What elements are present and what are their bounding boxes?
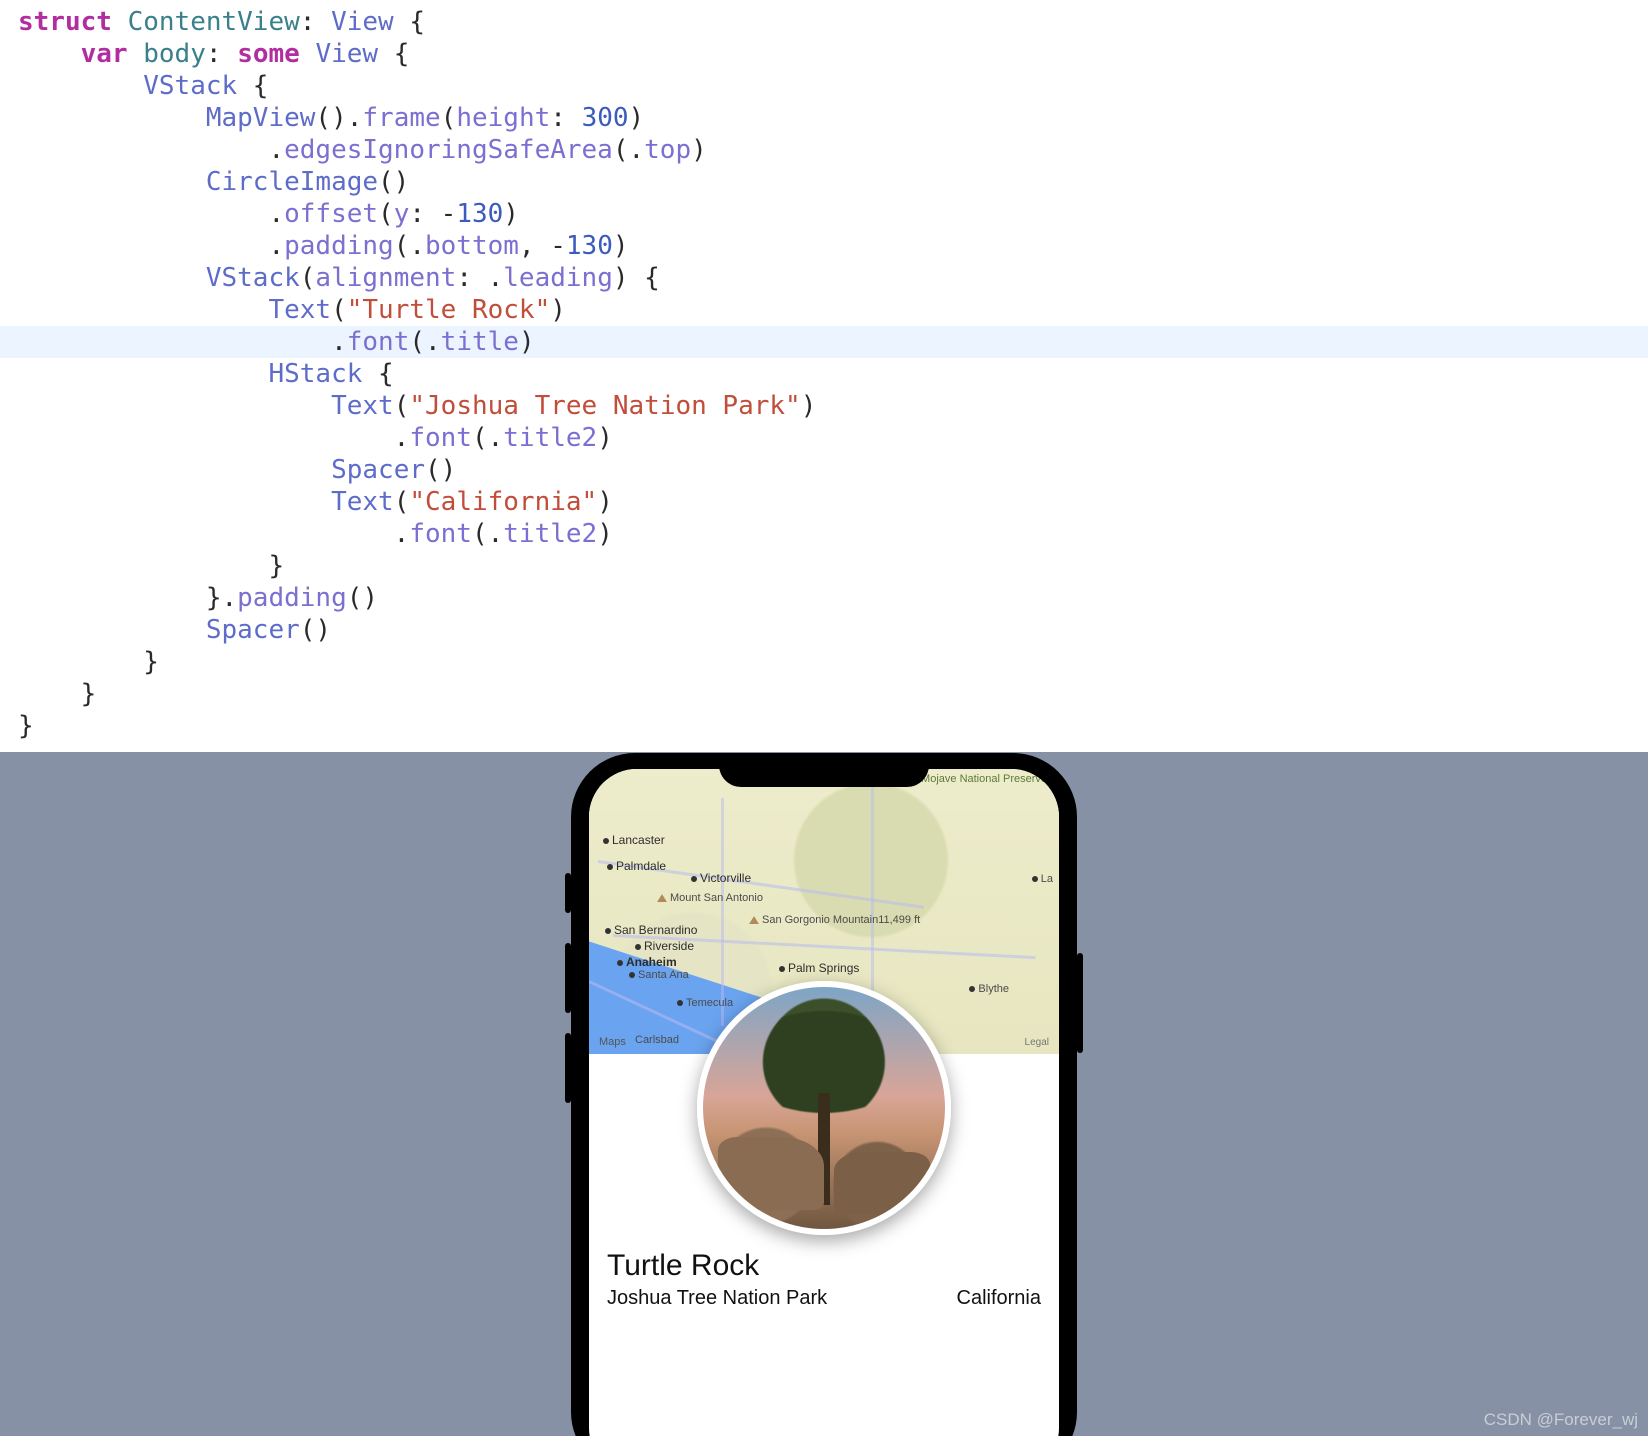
map-label-palmdale: Palmdale [607, 859, 666, 873]
type-mapview: MapView [206, 103, 316, 133]
apple-maps-attribution: Maps [599, 1036, 626, 1048]
iphone-frame: Mojave National Preserve Lancaster Palmd… [589, 753, 1059, 1436]
kw-struct: struct [18, 7, 112, 37]
mute-switch-icon [565, 873, 571, 913]
type-view: View [331, 7, 394, 37]
map-label-victorville: Victorville [691, 871, 751, 885]
method-padding: padding [284, 231, 394, 261]
mountain-icon [657, 894, 667, 902]
watermark: CSDN @Forever_wj [1484, 1410, 1638, 1430]
landmark-title: Turtle Rock [607, 1249, 1041, 1283]
map-label-riverside: Riverside [635, 939, 694, 953]
str-park: "Joshua Tree Nation Park" [409, 391, 800, 421]
num-neg130a: 130 [456, 199, 503, 229]
notch-icon [719, 753, 929, 787]
kw-some: some [237, 39, 300, 69]
num-neg130b: 130 [566, 231, 613, 261]
str-turtle: "Turtle Rock" [347, 295, 551, 325]
code-editor[interactable]: struct ContentView: View { var body: som… [0, 0, 1648, 752]
map-label-carlsbad: Carlsbad [635, 1034, 679, 1046]
map-legal-link[interactable]: Legal [1025, 1037, 1049, 1048]
preview-canvas[interactable]: Mojave National Preserve Lancaster Palmd… [0, 752, 1648, 1436]
map-label-temecula: Temecula [677, 997, 733, 1009]
map-label-lancaster: Lancaster [603, 833, 665, 847]
method-edges: edgesIgnoringSafeArea [284, 135, 613, 165]
map-label-palmsprings: Palm Springs [779, 961, 859, 975]
landmark-park: Joshua Tree Nation Park [607, 1287, 827, 1310]
str-ca: "California" [409, 487, 597, 517]
map-label-gorgonio: San Gorgonio Mountain11,499 ft [749, 915, 920, 926]
rock-left-shape [718, 1137, 824, 1210]
type-circleimage: CircleImage [206, 167, 378, 197]
map-label-anaheim: Anaheim [617, 955, 677, 969]
map-label-mtsan: Mount San Antonio [657, 893, 763, 904]
landmark-content: Turtle Rock Joshua Tree Nation Park Cali… [589, 1249, 1059, 1310]
mountain-icon [749, 916, 759, 924]
method-offset: offset [284, 199, 378, 229]
num-300: 300 [582, 103, 629, 133]
type-text: Text [268, 295, 331, 325]
map-label-la: La [1032, 873, 1053, 885]
method-font: font [347, 327, 410, 357]
volume-down-icon [565, 1033, 571, 1103]
type-vstack: VStack [143, 71, 237, 101]
phone-screen: Mojave National Preserve Lancaster Palmd… [589, 769, 1059, 1436]
type-contentview: ContentView [128, 7, 300, 37]
map-label-santaana: Santa Ana [629, 969, 689, 981]
map-label-mojave: Mojave National Preserve [921, 773, 1047, 785]
kw-var: var [81, 39, 128, 69]
volume-up-icon [565, 943, 571, 1013]
map-label-sanbern: San Bernardino [605, 923, 697, 937]
rock-right-shape [834, 1152, 931, 1215]
map-label-blythe: Blythe [969, 983, 1009, 995]
type-hstack: HStack [268, 359, 362, 389]
highlighted-line: .font(.title) [0, 326, 1648, 358]
prop-body: body [143, 39, 206, 69]
landmark-state: California [957, 1287, 1041, 1310]
method-frame: frame [362, 103, 440, 133]
circle-image [697, 981, 951, 1235]
type-spacer: Spacer [331, 455, 425, 485]
power-button-icon [1077, 953, 1083, 1053]
